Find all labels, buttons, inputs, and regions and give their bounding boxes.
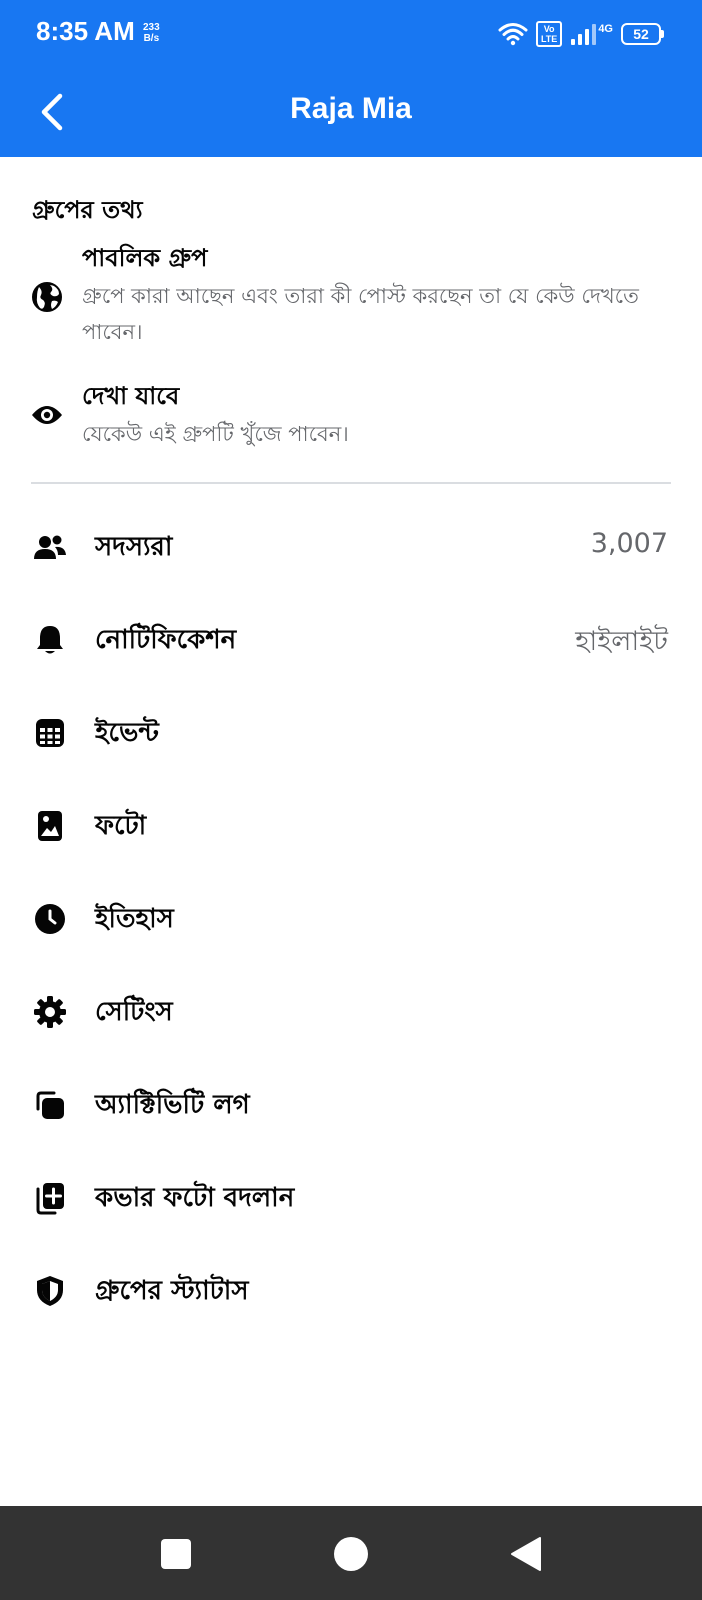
menu-item-events[interactable]: ইভেন্ট [0,698,702,768]
home-button[interactable] [327,1530,375,1578]
status-time: 8:35 AM [36,16,135,46]
shield-icon [32,1273,68,1309]
gear-icon [32,994,68,1030]
menu-label-events: ইভেন্ট [95,718,159,748]
members-icon [32,529,68,565]
menu-item-photos[interactable]: ফটো [0,791,702,861]
eye-icon [30,398,64,432]
status-bar: 8:35 AM 233 B/s Vo LTE 4G 52 [0,0,702,66]
photo-icon [32,808,68,844]
public-group-title: পাবলিক গ্রুপ [82,244,208,272]
menu-label-notifications: নোটিফিকেশন [95,625,237,655]
visibility-title: দেখা যাবে [82,382,180,410]
volte-bottom-text: LTE [540,34,558,44]
back-icon [511,1537,541,1571]
add-cover-photo-icon [32,1180,68,1216]
activity-log-icon [32,1087,68,1123]
menu-label-photos: ফটো [95,811,147,841]
recent-apps-icon [161,1539,191,1569]
menu-label-activity-log: অ্যাক্টিভিটি লগ [95,1090,250,1120]
system-nav-bar [0,1506,702,1600]
back-nav-button[interactable] [502,1530,550,1578]
volte-top-text: Vo [543,24,555,34]
globe-icon [30,280,64,314]
menu-label-change-cover-photo: কভার ফটো বদলান [95,1183,295,1213]
battery-tip [661,30,664,38]
wifi-icon [498,23,528,46]
menu-label-group-status: গ্রুপের স্ট্যাটাস [95,1276,249,1306]
battery-icon: 52 [621,23,664,45]
menu-item-activity-log[interactable]: অ্যাক্টিভিটি লগ [0,1070,702,1140]
network-speed-value: 233 [143,22,160,33]
menu-label-history: ইতিহাস [95,904,174,934]
menu-item-settings[interactable]: সেটিংস [0,977,702,1047]
visibility-description: যেকেউ এই গ্রুপটি খুঁজে পাবেন। [82,422,349,446]
divider [31,482,671,484]
menu-item-history[interactable]: ইতিহাস [0,884,702,954]
menu-label-settings: সেটিংস [95,997,173,1027]
menu-item-change-cover-photo[interactable]: কভার ফটো বদলান [0,1163,702,1233]
menu-item-members[interactable]: সদস্যরা 3,007 [0,512,702,582]
public-group-description: গ্রুপে কারা আছেন এবং তারা কী পোস্ট করছেন… [82,284,639,344]
home-icon [334,1537,368,1571]
menu-item-notifications[interactable]: নোটিফিকেশন হাইলাইট [0,605,702,675]
signal-icon [571,24,597,45]
calendar-icon [32,715,68,751]
recent-apps-button[interactable] [152,1530,200,1578]
network-type: 4G [598,23,613,35]
network-speed-unit: B/s [143,33,160,44]
notification-setting: হাইলাইট [575,626,668,657]
status-icons: Vo LTE 4G 52 [498,18,664,50]
clock-icon [32,901,68,937]
network-speed: 233 B/s [143,22,160,44]
bell-icon [32,622,68,658]
battery-level: 52 [621,23,661,45]
menu-item-group-status[interactable]: গ্রুপের স্ট্যাটাস [0,1256,702,1326]
members-count: 3,007 [590,528,668,559]
group-info-heading: গ্রুপের তথ্য [32,196,143,224]
volte-icon: Vo LTE [535,21,563,47]
menu-label-members: সদস্যরা [95,532,173,562]
page-title: Raja Mia [290,92,412,125]
app-bar: Raja Mia [0,66,702,157]
